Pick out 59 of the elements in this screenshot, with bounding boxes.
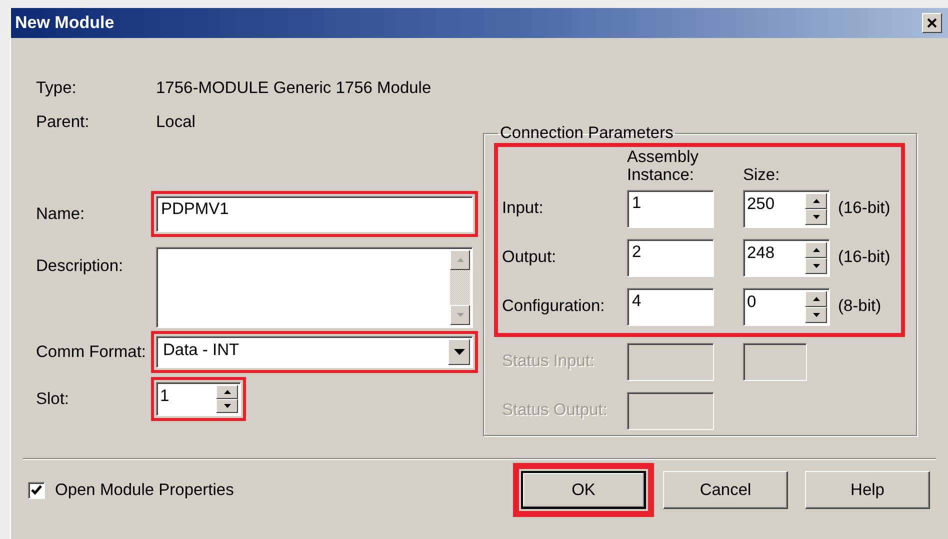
up-arrow-icon	[812, 198, 820, 202]
down-arrow-icon	[812, 312, 820, 316]
down-arrow-icon	[812, 264, 820, 268]
row-label: Configuration:	[502, 297, 606, 316]
comm-format-dropdown[interactable]: Data - INT	[156, 336, 473, 368]
dialog-button[interactable]: Help	[805, 471, 930, 509]
instance-field[interactable]: 4	[627, 288, 714, 326]
column-header: Assembly Instance:	[627, 148, 700, 184]
spin-down-button[interactable]	[805, 258, 827, 274]
up-arrow-icon	[812, 296, 820, 300]
spin-box[interactable]: 248	[743, 238, 830, 276]
dropdown-button[interactable]	[448, 339, 470, 365]
instance-field[interactable]: 1	[627, 190, 714, 228]
down-arrow-icon	[812, 214, 820, 218]
description-field[interactable]	[156, 247, 473, 328]
field-label: Parent:	[36, 112, 90, 132]
up-arrow-icon	[812, 248, 820, 252]
spin-up-button[interactable]	[805, 290, 827, 306]
up-arrow-icon	[224, 390, 230, 394]
scroll-down-button[interactable]	[450, 305, 470, 325]
field-label: Name:	[36, 204, 86, 224]
down-arrow-icon	[454, 349, 464, 355]
dialog-button[interactable]: OK	[521, 471, 646, 509]
dialog-button[interactable]: Cancel	[663, 471, 788, 509]
name-field[interactable]: PDPMV1	[156, 196, 473, 232]
spin-down-button[interactable]	[216, 399, 238, 413]
check-icon	[31, 485, 42, 495]
field-value: 1756-MODULE Generic 1756 Module	[156, 78, 432, 98]
instance-field[interactable]: 2	[627, 238, 714, 276]
spin-up-button[interactable]	[805, 242, 827, 258]
checkbox-label: Open Module Properties	[55, 480, 234, 500]
row-label: Output:	[502, 248, 558, 267]
spin-up-button[interactable]	[805, 192, 827, 208]
group-title: Connection Parameters	[499, 124, 674, 143]
column-header: Size:	[743, 166, 780, 184]
window-title: New Module	[15, 13, 114, 33]
spin-box[interactable]: 0	[743, 288, 830, 326]
down-arrow-icon	[224, 404, 230, 408]
spin-down-button[interactable]	[805, 208, 827, 224]
field-label: Comm Format:	[36, 342, 148, 362]
up-arrow-icon	[456, 258, 464, 262]
unit-label: (8-bit)	[837, 297, 882, 316]
field-label: Slot:	[36, 390, 70, 408]
field-value: Local	[156, 112, 196, 132]
scrollbar[interactable]	[450, 250, 470, 325]
close-icon	[927, 18, 937, 28]
field-label: Description:	[36, 256, 124, 276]
slot-spin-box[interactable]: 1	[156, 382, 241, 416]
unit-label: (16-bit)	[837, 248, 892, 267]
down-arrow-icon	[456, 313, 464, 317]
spin-down-button[interactable]	[805, 306, 827, 322]
row-label: Input:	[502, 199, 544, 218]
spin-box[interactable]: 250	[743, 190, 830, 228]
unit-label: (16-bit)	[837, 199, 892, 218]
scroll-up-button[interactable]	[450, 250, 470, 270]
field-label: Type:	[36, 78, 78, 98]
spin-up-button[interactable]	[216, 385, 238, 399]
checkbox[interactable]	[28, 482, 45, 498]
close-button[interactable]	[922, 13, 942, 33]
